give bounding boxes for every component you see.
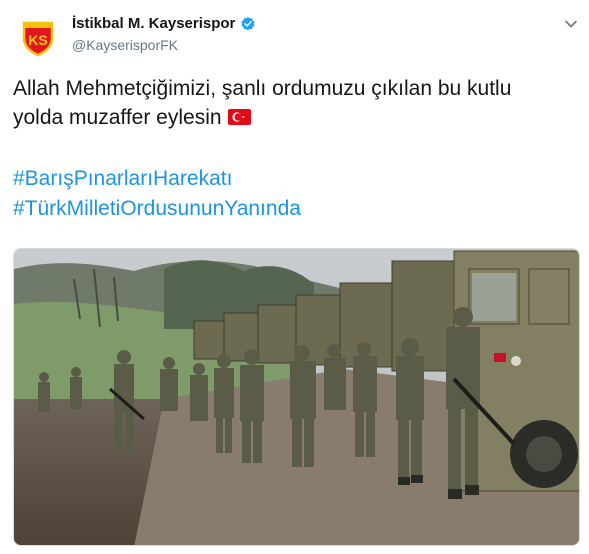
turkey-flag-icon: [227, 109, 251, 125]
soldiers-marching-column-icon: [14, 249, 579, 545]
tweet-photo[interactable]: [13, 248, 580, 546]
tweet-text-line-1: Allah Mehmetçiğimizi, şanlı ordumuzu çık…: [13, 77, 512, 100]
hashtag-link[interactable]: #TürkMilletiOrdusununYanında: [13, 194, 301, 223]
tweet-text-line-2-text: yolda muzaffer eylesin: [13, 106, 222, 129]
account-handle[interactable]: @KayserisporFK: [72, 37, 178, 53]
verified-badge-icon: [241, 16, 256, 30]
tweet-text: Allah Mehmetçiğimizi, şanlı ordumuzu çık…: [13, 74, 578, 132]
hashtag-link[interactable]: #BarışPınarlarıHarekatı: [13, 164, 232, 193]
display-name-text: İstikbal M. Kayserispor: [72, 15, 236, 32]
display-name[interactable]: İstikbal M. Kayserispor: [72, 15, 256, 32]
kayserispor-crest-icon: KS: [16, 14, 60, 58]
avatar[interactable]: KS: [16, 14, 60, 58]
chevron-down-icon[interactable]: [563, 16, 579, 32]
tweet-text-line-2: yolda muzaffer eylesin: [13, 103, 578, 132]
svg-text:KS: KS: [28, 32, 47, 48]
tweet-card[interactable]: KS İstikbal M. Kayserispor @KayserisporF…: [0, 0, 589, 554]
